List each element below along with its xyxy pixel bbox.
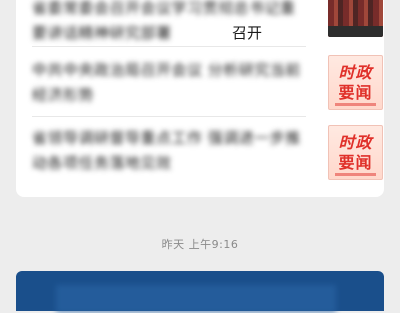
article-title-2-blurred: 中共中央政治局召开会议 分析研究当前经济形势 (32, 61, 301, 104)
next-news-card[interactable] (16, 271, 384, 313)
article-thumbnail-2[interactable]: 时政 要闻 (328, 55, 383, 110)
article-divider (32, 46, 306, 47)
news-card: 省委常委会召开会议学习贯彻总书记重要讲话精神研究部署 召开 中共中央政治局召开会… (16, 0, 384, 197)
article-title-1[interactable]: 省委常委会召开会议学习贯彻总书记重要讲话精神研究部署 (32, 0, 306, 46)
article-title-1-visible-tail: 召开 (232, 24, 263, 42)
photo-bottom-band (328, 26, 383, 37)
article-title-3-blurred: 省领导调研督导重点工作 强调进一步推动各项任务落地见效 (32, 129, 301, 172)
article-item-3[interactable]: 省领导调研督导重点工作 强调进一步推动各项任务落地见效 时政 要闻 (32, 122, 384, 186)
next-card-image (56, 285, 336, 313)
article-item-1[interactable]: 省委常委会召开会议学习贯彻总书记重要讲话精神研究部署 召开 (32, 0, 384, 52)
article-thumbnail-3[interactable]: 时政 要闻 (328, 125, 383, 180)
article-title-3[interactable]: 省领导调研督导重点工作 强调进一步推动各项任务落地见效 (32, 126, 306, 176)
article-thumbnail-1[interactable] (328, 0, 383, 37)
thumbnail-brand-underline (335, 173, 376, 176)
article-title-2[interactable]: 中共中央政治局召开会议 分析研究当前经济形势 (32, 58, 306, 108)
thumbnail-brand-line2: 要闻 (338, 83, 373, 102)
thumbnail-brand-line2: 要闻 (338, 153, 373, 172)
thumbnail-brand-line1: 时政 (338, 133, 373, 152)
article-item-2[interactable]: 中共中央政治局召开会议 分析研究当前经济形势 时政 要闻 (32, 52, 384, 116)
thumbnail-brand-line1: 时政 (338, 63, 373, 82)
message-timestamp: 昨天 上午9:16 (161, 238, 239, 251)
thumbnail-brand-underline (335, 103, 376, 106)
article-divider (32, 116, 306, 117)
